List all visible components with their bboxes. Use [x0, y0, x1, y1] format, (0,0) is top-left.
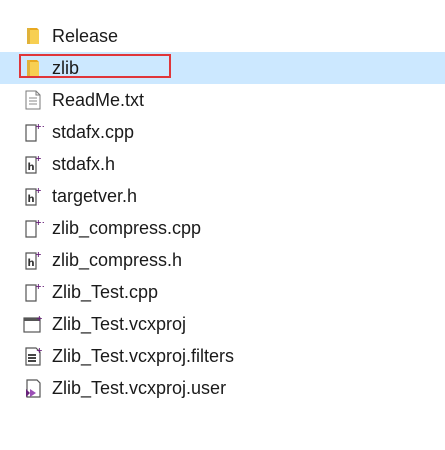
file-name: Zlib_Test.vcxproj.filters [52, 346, 235, 366]
user-file-icon [22, 377, 44, 399]
svg-text:+: + [35, 154, 42, 163]
file-name: zlib_compress.cpp [52, 218, 202, 238]
vcxproj-file-icon: + [22, 313, 44, 335]
file-name: Zlib_Test.vcxproj.user [52, 378, 227, 398]
header-file-icon: h + [22, 249, 44, 271]
file-row-zlib-test-vcxproj-user[interactable]: Zlib_Test.vcxproj.user [0, 372, 445, 404]
svg-text:+: + [36, 314, 43, 323]
file-row-release[interactable]: Release [0, 20, 445, 52]
header-file-icon: h + [22, 153, 44, 175]
file-name: ReadMe.txt [52, 90, 145, 110]
file-row-zlib-test-vcxproj[interactable]: + Zlib_Test.vcxproj [0, 308, 445, 340]
file-row-targetver-h[interactable]: h + targetver.h [0, 180, 445, 212]
file-row-zlib-compress-cpp[interactable]: ++ zlib_compress.cpp [0, 212, 445, 244]
svg-text:++: ++ [35, 282, 44, 291]
file-name: targetver.h [52, 186, 138, 206]
svg-text:h: h [28, 162, 35, 173]
file-row-zlib-compress-h[interactable]: h + zlib_compress.h [0, 244, 445, 276]
svg-text:+: + [36, 346, 43, 355]
file-row-zlib-test-cpp[interactable]: ++ Zlib_Test.cpp [0, 276, 445, 308]
file-row-zlib-test-vcxproj-filters[interactable]: + Zlib_Test.vcxproj.filters [0, 340, 445, 372]
header-file-icon: h + [22, 185, 44, 207]
file-row-zlib[interactable]: zlib [0, 52, 445, 84]
file-row-stdafx-cpp[interactable]: ++ stdafx.cpp [0, 116, 445, 148]
svg-text:h: h [28, 258, 35, 269]
folder-icon [22, 25, 44, 47]
file-name: zlib [52, 58, 80, 78]
text-file-icon [22, 89, 44, 111]
filters-file-icon: + [22, 345, 44, 367]
cpp-file-icon: ++ [22, 281, 44, 303]
file-name: Release [52, 26, 119, 46]
svg-text:+: + [35, 250, 42, 259]
file-row-stdafx-h[interactable]: h + stdafx.h [0, 148, 445, 180]
cpp-file-icon: ++ [22, 121, 44, 143]
cpp-file-icon: ++ [22, 217, 44, 239]
file-list: Release zlib ReadMe.txt ++ stdafx.cpp h+… [0, 20, 445, 404]
file-name: Zlib_Test.cpp [52, 282, 159, 302]
file-name: stdafx.h [52, 154, 116, 174]
file-name: Zlib_Test.vcxproj [52, 314, 187, 334]
svg-text:++: ++ [35, 122, 44, 131]
svg-text:++: ++ [35, 218, 44, 227]
svg-text:+: + [35, 186, 42, 195]
file-name: zlib_compress.h [52, 250, 183, 270]
folder-icon [22, 57, 44, 79]
file-name: stdafx.cpp [52, 122, 135, 142]
svg-text:h: h [28, 194, 35, 205]
file-row-readme[interactable]: ReadMe.txt [0, 84, 445, 116]
